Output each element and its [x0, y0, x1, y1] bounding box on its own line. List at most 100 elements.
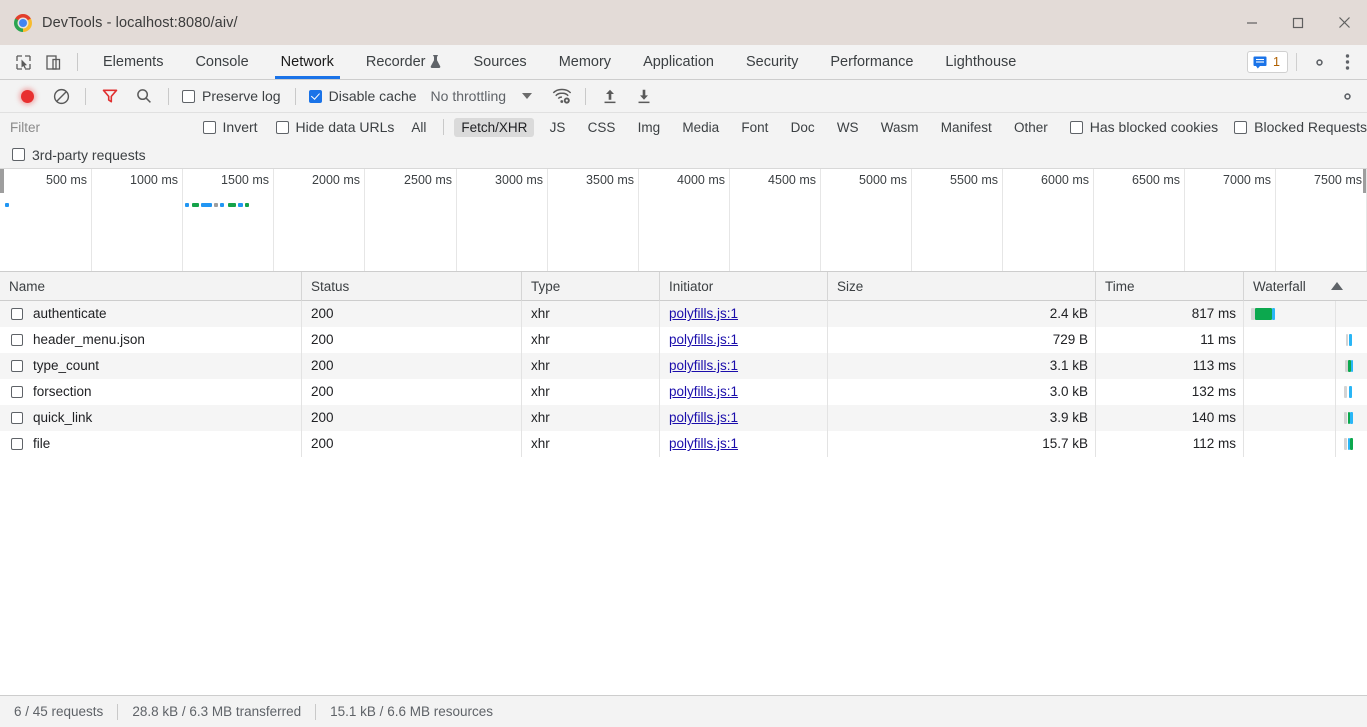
- row-checkbox[interactable]: [11, 438, 23, 450]
- row-checkbox[interactable]: [11, 412, 23, 424]
- search-icon: [137, 89, 151, 103]
- third-party-requests-checkbox[interactable]: 3rd-party requests: [12, 147, 146, 163]
- column-header-name[interactable]: Name: [0, 272, 302, 301]
- filter-chip-font[interactable]: Font: [734, 118, 775, 137]
- export-har-button[interactable]: [627, 80, 661, 113]
- tab-sources[interactable]: Sources: [457, 45, 542, 79]
- filter-chip-css[interactable]: CSS: [581, 118, 623, 137]
- overview-tick: 1500 ms: [221, 169, 274, 271]
- filter-chip-doc[interactable]: Doc: [784, 118, 822, 137]
- tab-application[interactable]: Application: [627, 45, 730, 79]
- tab-elements[interactable]: Elements: [87, 45, 179, 79]
- gear-icon[interactable]: [1305, 48, 1333, 76]
- table-row[interactable]: file 200 xhr polyfills.js:1 15.7 kB 112 …: [0, 431, 1367, 457]
- search-button[interactable]: [127, 80, 161, 113]
- has-blocked-cookies-checkbox[interactable]: Has blocked cookies: [1069, 119, 1219, 135]
- column-header-time[interactable]: Time: [1096, 272, 1244, 301]
- cell-initiator[interactable]: polyfills.js:1: [660, 301, 828, 327]
- hide-data-urls-checkbox[interactable]: Hide data URLs: [275, 119, 395, 135]
- record-button[interactable]: [10, 80, 44, 113]
- cell-initiator[interactable]: polyfills.js:1: [660, 327, 828, 353]
- cell-name[interactable]: quick_link: [0, 405, 302, 431]
- filter-chip-media[interactable]: Media: [675, 118, 726, 137]
- cell-initiator[interactable]: polyfills.js:1: [660, 431, 828, 457]
- column-header-initiator[interactable]: Initiator: [660, 272, 828, 301]
- network-conditions-button[interactable]: [544, 80, 578, 113]
- row-checkbox[interactable]: [11, 360, 23, 372]
- cell-size: 2.4 kB: [828, 301, 1096, 327]
- chevron-down-icon[interactable]: [522, 93, 533, 99]
- cell-name[interactable]: type_count: [0, 353, 302, 379]
- filter-chip-other[interactable]: Other: [1007, 118, 1055, 137]
- initiator-link[interactable]: polyfills.js:1: [669, 306, 738, 321]
- tab-label: Recorder: [365, 54, 426, 70]
- filter-input[interactable]: [8, 117, 191, 137]
- request-name: type_count: [33, 358, 100, 373]
- filter-chip-fetch-xhr[interactable]: Fetch/XHR: [454, 117, 535, 137]
- status-bar: 6 / 45 requests 28.8 kB / 6.3 MB transfe…: [0, 695, 1367, 727]
- cell-initiator[interactable]: polyfills.js:1: [660, 379, 828, 405]
- initiator-link[interactable]: polyfills.js:1: [669, 358, 738, 373]
- cell-name[interactable]: file: [0, 431, 302, 457]
- minimize-button[interactable]: [1229, 0, 1275, 45]
- filter-chip-manifest[interactable]: Manifest: [934, 118, 999, 137]
- maximize-button[interactable]: [1275, 0, 1321, 45]
- cell-name[interactable]: header_menu.json: [0, 327, 302, 353]
- import-har-button[interactable]: [593, 80, 627, 113]
- device-toolbar-icon[interactable]: [38, 45, 68, 79]
- inspect-cursor-icon[interactable]: [8, 45, 38, 79]
- column-header-status[interactable]: Status: [302, 272, 522, 301]
- row-checkbox[interactable]: [11, 386, 23, 398]
- preserve-log-checkbox[interactable]: Preserve log: [182, 88, 281, 104]
- tab-memory[interactable]: Memory: [543, 45, 627, 79]
- tab-lighthouse[interactable]: Lighthouse: [929, 45, 1032, 79]
- filter-button[interactable]: [93, 80, 127, 113]
- cell-initiator[interactable]: polyfills.js:1: [660, 405, 828, 431]
- table-row[interactable]: type_count 200 xhr polyfills.js:1 3.1 kB…: [0, 353, 1367, 379]
- cell-name[interactable]: forsection: [0, 379, 302, 405]
- filter-chip-img[interactable]: Img: [631, 118, 668, 137]
- row-checkbox[interactable]: [11, 334, 23, 346]
- initiator-link[interactable]: polyfills.js:1: [669, 332, 738, 347]
- checkbox-box: [275, 120, 289, 134]
- close-button[interactable]: [1321, 0, 1367, 45]
- row-checkbox[interactable]: [11, 308, 23, 320]
- column-header-type[interactable]: Type: [522, 272, 660, 301]
- invert-checkbox[interactable]: Invert: [202, 119, 258, 135]
- network-overview-timeline[interactable]: 500 ms 1000 ms 1500 ms 2000 ms 2500 ms 3…: [0, 169, 1367, 272]
- sort-ascending-icon[interactable]: [1331, 282, 1343, 290]
- clear-button[interactable]: [44, 80, 78, 113]
- checkbox-box: [1069, 120, 1083, 134]
- tab-console[interactable]: Console: [179, 45, 264, 79]
- initiator-link[interactable]: polyfills.js:1: [669, 410, 738, 425]
- column-header-waterfall[interactable]: Waterfall: [1244, 272, 1367, 301]
- table-row[interactable]: quick_link 200 xhr polyfills.js:1 3.9 kB…: [0, 405, 1367, 431]
- tab-security[interactable]: Security: [730, 45, 814, 79]
- table-row[interactable]: authenticate 200 xhr polyfills.js:1 2.4 …: [0, 301, 1367, 327]
- hide-data-urls-label: Hide data URLs: [295, 119, 395, 135]
- cell-name[interactable]: authenticate: [0, 301, 302, 327]
- throttling-select[interactable]: No throttling: [431, 88, 506, 104]
- disable-cache-checkbox[interactable]: Disable cache: [308, 88, 417, 104]
- blocked-requests-checkbox[interactable]: Blocked Requests: [1234, 119, 1367, 135]
- tab-performance[interactable]: Performance: [814, 45, 929, 79]
- cell-size: 3.1 kB: [828, 353, 1096, 379]
- status-requests: 6 / 45 requests: [14, 704, 104, 719]
- filter-chip-ws[interactable]: WS: [830, 118, 866, 137]
- filter-chip-all[interactable]: All: [404, 118, 433, 137]
- request-name: forsection: [33, 384, 92, 399]
- filter-chip-js[interactable]: JS: [543, 118, 573, 137]
- column-header-size[interactable]: Size: [828, 272, 1096, 301]
- tab-recorder[interactable]: Recorder: [350, 45, 458, 79]
- table-row[interactable]: forsection 200 xhr polyfills.js:1 3.0 kB…: [0, 379, 1367, 405]
- has-blocked-cookies-label: Has blocked cookies: [1089, 119, 1219, 135]
- network-settings-gear-icon[interactable]: [1333, 82, 1361, 110]
- initiator-link[interactable]: polyfills.js:1: [669, 436, 738, 451]
- table-row[interactable]: header_menu.json 200 xhr polyfills.js:1 …: [0, 327, 1367, 353]
- tab-network[interactable]: Network: [265, 45, 350, 79]
- kebab-menu-icon[interactable]: [1333, 48, 1361, 76]
- filter-chip-wasm[interactable]: Wasm: [874, 118, 926, 137]
- cell-initiator[interactable]: polyfills.js:1: [660, 353, 828, 379]
- messages-badge[interactable]: 1: [1247, 51, 1288, 73]
- initiator-link[interactable]: polyfills.js:1: [669, 384, 738, 399]
